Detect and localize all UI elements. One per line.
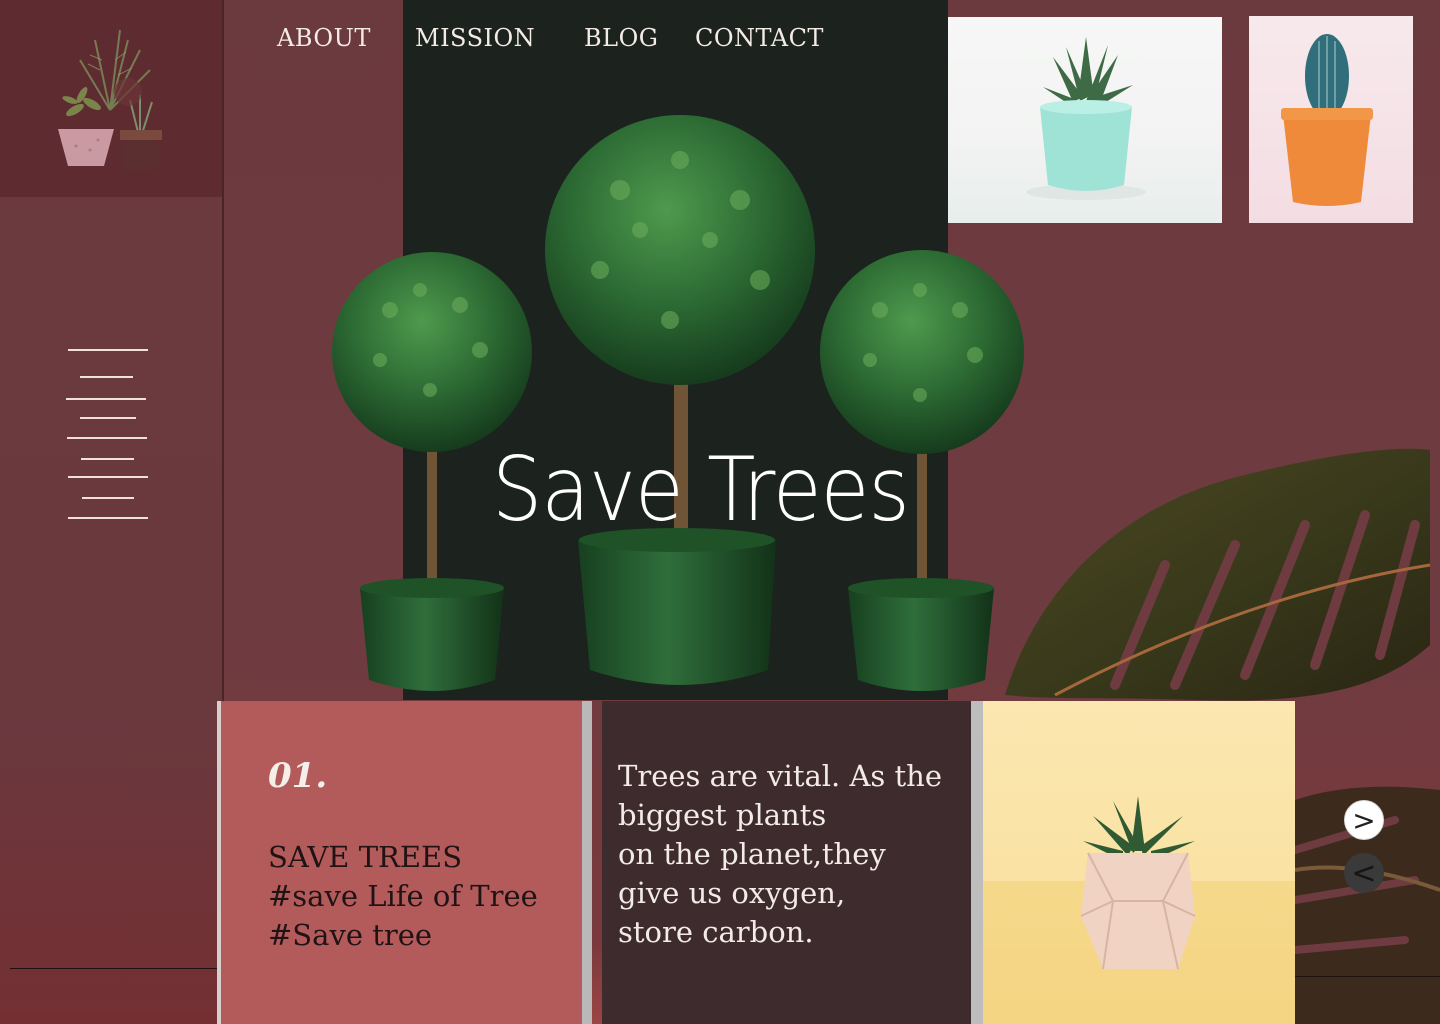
succulent-pot-icon <box>1026 37 1146 200</box>
hamburger-menu-icon[interactable] <box>60 348 160 528</box>
topiary-trees-illustration <box>332 115 1024 691</box>
menu-line <box>67 437 147 439</box>
menu-line <box>68 517 148 519</box>
divider-line <box>10 968 217 969</box>
menu-line <box>68 476 148 478</box>
divider-line <box>1295 976 1440 977</box>
info-text: Trees are vital. As the biggest plants o… <box>618 759 943 949</box>
nav-about[interactable]: ABOUT <box>277 24 371 52</box>
carousel-next-button[interactable]: > <box>1344 800 1384 840</box>
monstera-leaf-illustration <box>1005 448 1431 701</box>
card-tag: #save Life of Tree <box>268 879 538 913</box>
nav-contact[interactable]: CONTACT <box>695 24 824 52</box>
succulent-card-photo[interactable] <box>983 701 1295 1024</box>
card-tag: #Save tree <box>268 918 433 952</box>
succulent-photo[interactable] <box>948 17 1222 223</box>
logo-panel[interactable] <box>0 0 222 197</box>
card-number: 01. <box>268 756 328 796</box>
hero-title: Save Trees <box>492 438 910 541</box>
carousel-prev-button[interactable]: < <box>1344 853 1384 893</box>
nav-blog[interactable]: BLOG <box>584 24 658 52</box>
cactus-photo[interactable] <box>1249 16 1413 223</box>
card-tags: SAVE TREES #save Life of Tree #Save tree <box>268 838 538 955</box>
menu-line <box>81 458 134 460</box>
geometric-pot-plant-icon <box>983 796 1295 1024</box>
menu-line <box>82 497 134 499</box>
cactus-pot-icon <box>1281 34 1373 206</box>
potted-plants-logo-icon <box>58 29 162 170</box>
divider-bar <box>971 701 983 1024</box>
nav-mission[interactable]: MISSION <box>415 24 535 52</box>
card-title: SAVE TREES <box>268 840 463 874</box>
menu-line <box>68 349 148 351</box>
menu-line <box>80 417 136 419</box>
menu-line <box>66 398 146 400</box>
menu-line <box>80 376 133 378</box>
